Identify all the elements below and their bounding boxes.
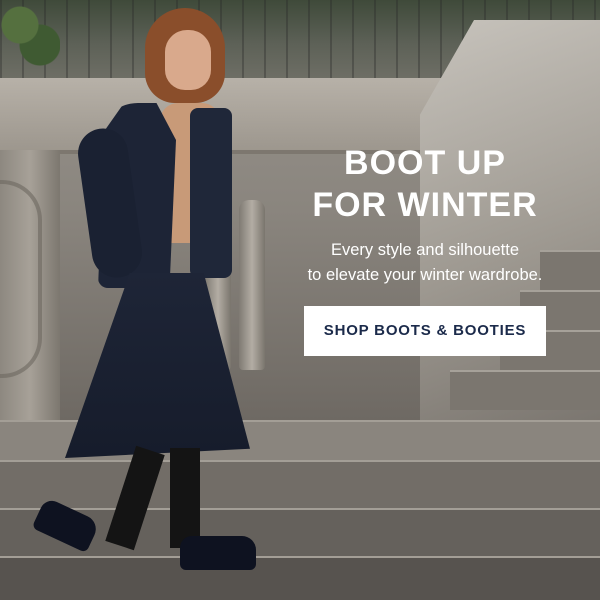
model-leg — [170, 448, 200, 548]
banner-copy: BOOT UP FOR WINTER Every style and silho… — [250, 142, 600, 356]
model-boot — [31, 496, 101, 554]
model-leg — [105, 445, 165, 551]
banner-headline: BOOT UP FOR WINTER — [250, 142, 600, 226]
promo-banner[interactable]: BOOT UP FOR WINTER Every style and silho… — [0, 0, 600, 600]
model-coat-panel — [190, 108, 232, 278]
model-skirt — [65, 273, 250, 458]
shop-boots-button[interactable]: SHOP BOOTS & BOOTIES — [304, 306, 546, 356]
subtext-line-2: to elevate your winter wardrobe. — [307, 266, 543, 284]
scroll-ornament — [0, 180, 42, 378]
model-photo — [31, 8, 270, 588]
model-boot — [180, 536, 256, 570]
headline-line-1: BOOT UP — [344, 144, 506, 182]
subtext-line-1: Every style and silhouette — [330, 241, 520, 259]
banner-subtext: Every style and silhouette to elevate yo… — [250, 238, 600, 288]
headline-line-2: FOR WINTER — [312, 186, 538, 224]
model-face — [165, 30, 211, 90]
